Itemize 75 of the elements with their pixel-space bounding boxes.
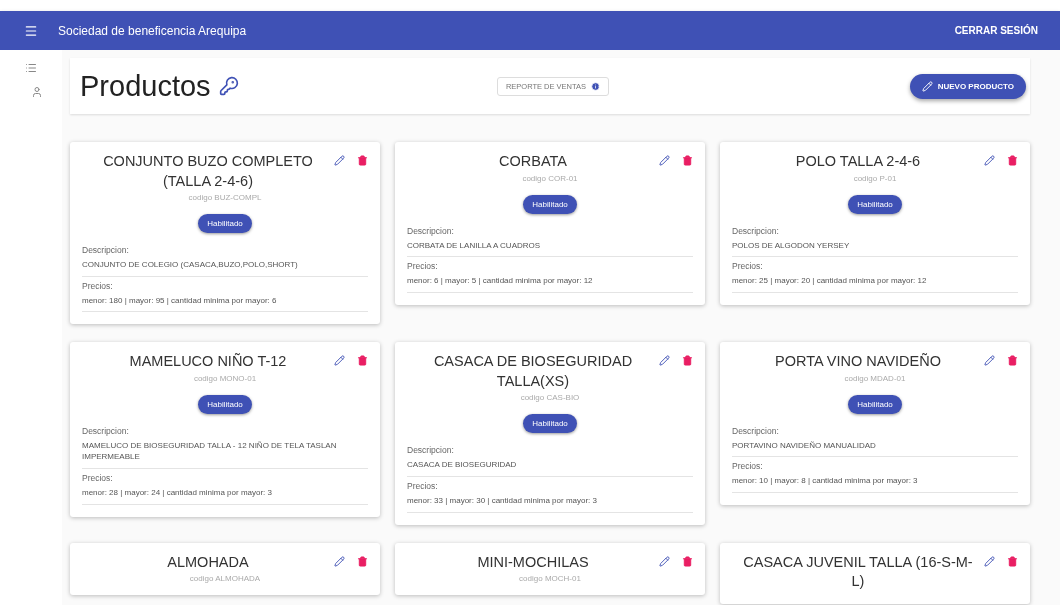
product-name: CORBATA: [498, 152, 568, 171]
list-icon[interactable]: [25, 62, 37, 74]
product-prices: menor: 25 | mayor: 20 | cantidad minima por mayor: 12: [732, 271, 1018, 293]
app-title: Sociedad de beneficencia Arequipa: [58, 23, 248, 38]
description-label: Descripcion:: [732, 225, 780, 236]
product-code: codigo MDAD-01: [843, 373, 907, 383]
delete-icon[interactable]: [357, 555, 368, 567]
delete-icon[interactable]: [682, 555, 693, 567]
edit-icon[interactable]: [334, 155, 345, 166]
delete-icon[interactable]: [357, 155, 368, 166]
edit-icon[interactable]: [984, 355, 995, 367]
product-name: MAMELUCO NIÑO T-12: [128, 352, 288, 372]
description-label: Descripcion:: [82, 425, 130, 436]
edit-icon[interactable]: [659, 555, 670, 567]
product-name: CASACA DE BIOSEGURIDAD TALLA(XS): [432, 352, 634, 391]
product-name: PORTA VINO NAVIDEÑO: [774, 352, 942, 372]
product-name: MINI-MOCHILAS: [476, 552, 590, 572]
new-product-button[interactable]: NUEVO PRODUCTO: [909, 73, 1026, 99]
description-label: Descripcion:: [82, 245, 130, 256]
product-prices: menor: 6 | mayor: 5 | cantidad minima por mayor: 12: [407, 271, 693, 293]
product-prices: menor: 33 | mayor: 30 | cantidad minima por mayor: 3: [407, 491, 693, 513]
product-description: CORBATA DE LANILLA A CUADROS: [407, 235, 693, 258]
delete-icon[interactable]: [1007, 355, 1018, 367]
status-badge: Habilitado: [848, 194, 902, 214]
prices-label: Precios:: [82, 280, 114, 291]
product-code: codigo BUZ-COMPL: [187, 193, 263, 203]
menu-icon[interactable]: [24, 23, 38, 38]
prices-label: Precios:: [732, 261, 764, 272]
edit-icon[interactable]: [984, 155, 995, 166]
product-code: codigo ALMOHADA: [188, 574, 262, 584]
product-description: POLOS DE ALGODON YERSEY: [732, 235, 1018, 258]
product-name: POLO TALLA 2-4-6: [794, 152, 922, 171]
status-badge: Habilitado: [198, 214, 252, 234]
product-prices: menor: 28 | mayor: 24 | cantidad minima por mayor: 3: [82, 483, 368, 505]
prices-label: Precios:: [732, 461, 764, 472]
prices-label: Precios:: [407, 481, 439, 492]
status-badge: Habilitado: [198, 394, 252, 414]
delete-icon[interactable]: [1007, 155, 1018, 166]
status-badge: Habilitado: [523, 194, 577, 214]
product-code: codigo MONO-01: [192, 373, 258, 383]
edit-icon[interactable]: [984, 555, 995, 567]
status-badge: Habilitado: [523, 414, 577, 434]
page-title: Productos: [80, 69, 211, 103]
edit-icon[interactable]: [334, 555, 345, 567]
product-prices: menor: 10 | mayor: 8 | cantidad minima por mayor: 3: [732, 471, 1018, 494]
info-icon: [591, 81, 601, 91]
delete-icon[interactable]: [1007, 555, 1018, 567]
product-name: ALMOHADA: [166, 552, 250, 572]
product-description: CONJUNTO DE COLEGIO (CASACA,BUZO,POLO,SHORT): [82, 255, 368, 277]
description-label: Descripcion:: [407, 445, 455, 456]
product-description: CASACA DE BIOSEGURIDAD: [407, 455, 693, 478]
delete-icon[interactable]: [682, 355, 693, 367]
product-description: MAMELUCO DE BIOSEGURIDAD TALLA - 12 NIÑO DE TELA TASLAN IMPERMEABLE: [82, 435, 368, 470]
description-label: Descripcion:: [407, 225, 455, 236]
key-icon: [218, 76, 239, 96]
product-name: CASACA JUVENIL TALLA (16-S-M-L): [742, 552, 974, 592]
pencil-icon: [921, 80, 933, 92]
logout-button[interactable]: CERRAR SESIÓN: [948, 24, 1044, 37]
description-label: Descripcion:: [732, 425, 780, 436]
product-code: codigo COR-01: [521, 173, 579, 183]
product-prices: menor: 180 | mayor: 95 | cantidad minima por mayor: 6: [82, 290, 368, 313]
user-icon[interactable]: [31, 86, 43, 98]
product-code: codigo P-01: [852, 173, 898, 183]
delete-icon[interactable]: [357, 355, 368, 367]
product-name: CONJUNTO BUZO COMPLETO (TALLA 2-4-6): [102, 152, 314, 191]
edit-icon[interactable]: [659, 355, 670, 367]
product-description: PORTAVINO NAVIDEÑO MANUALIDAD: [732, 435, 1018, 458]
delete-icon[interactable]: [682, 155, 693, 166]
product-code: codigo MOCH-01: [518, 574, 582, 584]
prices-label: Precios:: [407, 261, 439, 272]
edit-icon[interactable]: [334, 355, 345, 367]
prices-label: Precios:: [82, 473, 114, 484]
status-badge: Habilitado: [848, 394, 902, 414]
product-code: codigo CAS-BIO: [519, 393, 581, 403]
edit-icon[interactable]: [659, 155, 670, 166]
